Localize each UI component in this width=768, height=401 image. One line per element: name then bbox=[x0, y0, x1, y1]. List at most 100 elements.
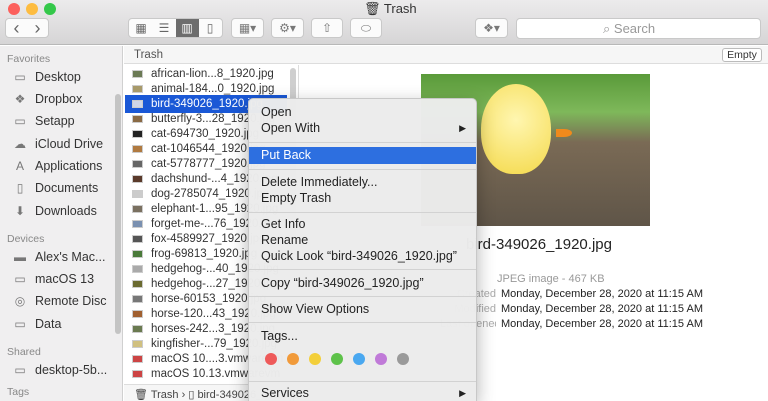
menu-separator bbox=[249, 169, 476, 170]
tag-color-dot[interactable] bbox=[397, 353, 409, 365]
trash-icon: 🗑 bbox=[134, 389, 151, 401]
file-thumbnail-icon bbox=[132, 130, 143, 138]
sidebar-item-label: Dropbox bbox=[35, 92, 83, 106]
file-name: animal-184...0_1920.jpg bbox=[151, 83, 275, 95]
submenu-arrow-icon: ▶ bbox=[459, 123, 466, 133]
menu-put-back[interactable]: Put Back bbox=[249, 147, 476, 164]
menu-get-info[interactable]: Get Info bbox=[249, 216, 476, 233]
menu-services[interactable]: Services ▶ bbox=[249, 386, 476, 401]
menu-rename[interactable]: Rename bbox=[249, 232, 476, 249]
file-row[interactable]: african-lion...8_1920.jpg bbox=[126, 66, 286, 82]
path-root[interactable]: Trash bbox=[151, 389, 179, 401]
sidebar-item-label: Alex's Mac... bbox=[35, 250, 106, 264]
disc-icon: ◎ bbox=[14, 293, 26, 308]
gallery-view-button[interactable]: ▯ bbox=[199, 19, 222, 37]
sidebar-item-desktop[interactable]: ▭ Desktop bbox=[12, 70, 81, 84]
meta-value: Monday, December 28, 2020 at 11:15 AM bbox=[501, 318, 703, 330]
group-button[interactable]: ▦▾ bbox=[231, 18, 264, 38]
sidebar-item-label: Remote Disc bbox=[35, 294, 107, 308]
tag-color-dot[interactable] bbox=[353, 353, 365, 365]
search-placeholder: Search bbox=[613, 21, 656, 36]
menu-copy[interactable]: Copy “bird-349026_1920.jpg” bbox=[249, 275, 476, 292]
file-thumbnail-icon bbox=[132, 325, 143, 333]
menu-label: Open With bbox=[261, 121, 321, 135]
sidebar-item-icloud[interactable]: ☁ iCloud Drive bbox=[12, 137, 103, 151]
menu-open[interactable]: Open bbox=[249, 104, 476, 121]
minimize-button[interactable] bbox=[26, 3, 38, 15]
window-title-text: Trash bbox=[383, 1, 417, 16]
view-mode-control: ▦ ☰ ▥ ▯ bbox=[128, 18, 223, 38]
tag-color-dot[interactable] bbox=[265, 353, 277, 365]
tag-color-dot[interactable] bbox=[309, 353, 321, 365]
file-thumbnail-icon bbox=[132, 100, 143, 108]
file-thumbnail-icon bbox=[132, 175, 143, 183]
cloud-icon: ☁ bbox=[14, 136, 26, 151]
menu-quick-look[interactable]: Quick Look “bird-349026_1920.jpg” bbox=[249, 248, 476, 265]
sidebar: Favorites ▭ Desktop ❖ Dropbox ▭ Setapp ☁ iCl… bbox=[0, 46, 123, 401]
menu-separator bbox=[249, 296, 476, 297]
menu-separator bbox=[249, 142, 476, 143]
sidebar-item-dropbox[interactable]: ❖ Dropbox bbox=[12, 91, 83, 106]
file-row[interactable]: animal-184...0_1920.jpg bbox=[126, 81, 286, 97]
action-button[interactable]: ⚙▾ bbox=[271, 18, 304, 38]
sidebar-item-mac[interactable]: ▬ Alex's Mac... bbox=[12, 250, 105, 264]
file-thumbnail-icon bbox=[132, 205, 143, 213]
file-thumbnail-icon bbox=[132, 265, 143, 273]
menu-open-with[interactable]: Open With ▶ bbox=[249, 120, 476, 137]
file-thumbnail-icon bbox=[132, 145, 143, 153]
tag-button[interactable]: ⬭ bbox=[350, 18, 382, 38]
menu-empty-trash[interactable]: Empty Trash bbox=[249, 190, 476, 207]
zoom-button[interactable] bbox=[44, 3, 56, 15]
sidebar-item-downloads[interactable]: ⬇ Downloads bbox=[12, 204, 97, 218]
sidebar-item-remote-disc[interactable]: ◎ Remote Disc bbox=[12, 294, 107, 308]
menu-label: Services bbox=[261, 386, 309, 400]
favorites-heading: Favorites bbox=[7, 53, 51, 65]
sidebar-item-setapp[interactable]: ▭ Setapp bbox=[12, 113, 75, 128]
sidebar-item-data[interactable]: ▭ Data bbox=[12, 317, 61, 331]
sidebar-item-documents[interactable]: ▯ Documents bbox=[12, 181, 99, 195]
meta-value: Monday, December 28, 2020 at 11:15 AM bbox=[501, 303, 703, 315]
title-bar: 🗑 Trash ‹ › ▦ ☰ ▥ ▯ ▦▾ ⚙▾ ⇧ ⬭ ❖▾ ⌕ Searc… bbox=[0, 0, 768, 45]
empty-trash-button[interactable]: Empty bbox=[722, 48, 762, 62]
file-thumbnail-icon bbox=[132, 340, 143, 348]
dropbox-button[interactable]: ❖▾ bbox=[475, 18, 508, 38]
tag-color-dot[interactable] bbox=[375, 353, 387, 365]
file-name: bird-349026_1920.jpg bbox=[151, 98, 263, 110]
download-icon: ⬇ bbox=[14, 203, 26, 218]
tag-color-dot[interactable] bbox=[287, 353, 299, 365]
sidebar-item-label: Data bbox=[35, 317, 62, 331]
file-name: frog-69813_1920.jpg bbox=[151, 248, 258, 260]
list-view-button[interactable]: ☰ bbox=[153, 19, 176, 37]
laptop-icon: ▬ bbox=[14, 249, 26, 264]
sidebar-item-applications[interactable]: A Applications bbox=[12, 159, 102, 173]
menu-show-view-options[interactable]: Show View Options bbox=[249, 301, 476, 318]
close-button[interactable] bbox=[8, 3, 20, 15]
forward-button[interactable]: › bbox=[27, 18, 48, 38]
folder-icon: ▭ bbox=[14, 113, 26, 128]
sidebar-item-desktop-share[interactable]: ▭ desktop-5b... bbox=[12, 363, 107, 377]
tag-color-dot[interactable] bbox=[331, 353, 343, 365]
file-thumbnail-icon bbox=[132, 280, 143, 288]
sidebar-scrollbar[interactable] bbox=[115, 94, 121, 334]
sidebar-item-label: Setapp bbox=[35, 114, 75, 128]
file-thumbnail-icon bbox=[132, 250, 143, 258]
trash-icon: 🗑 bbox=[364, 1, 381, 16]
file-thumbnail-icon bbox=[132, 370, 143, 378]
column-header: Trash bbox=[124, 46, 768, 64]
dropbox-icon: ❖ bbox=[14, 91, 26, 106]
menu-tags[interactable]: Tags... bbox=[249, 328, 476, 345]
sidebar-item-macos13[interactable]: ▭ macOS 13 bbox=[12, 272, 94, 286]
share-icon: ⇧ bbox=[321, 21, 333, 35]
preview-kind: JPEG image - 467 KB bbox=[497, 273, 605, 285]
menu-delete-immediately[interactable]: Delete Immediately... bbox=[249, 174, 476, 191]
file-thumbnail-icon bbox=[132, 115, 143, 123]
group-icon: ▦▾ bbox=[238, 21, 257, 35]
back-button[interactable]: ‹ bbox=[6, 18, 27, 38]
search-input[interactable]: ⌕ Search bbox=[516, 18, 761, 39]
column-view-button[interactable]: ▥ bbox=[175, 19, 199, 37]
icon-view-button[interactable]: ▦ bbox=[130, 19, 153, 37]
file-thumbnail-icon bbox=[132, 70, 143, 78]
window-title: 🗑 Trash bbox=[364, 1, 417, 17]
file-thumbnail-icon bbox=[132, 295, 143, 303]
share-button[interactable]: ⇧ bbox=[311, 18, 343, 38]
